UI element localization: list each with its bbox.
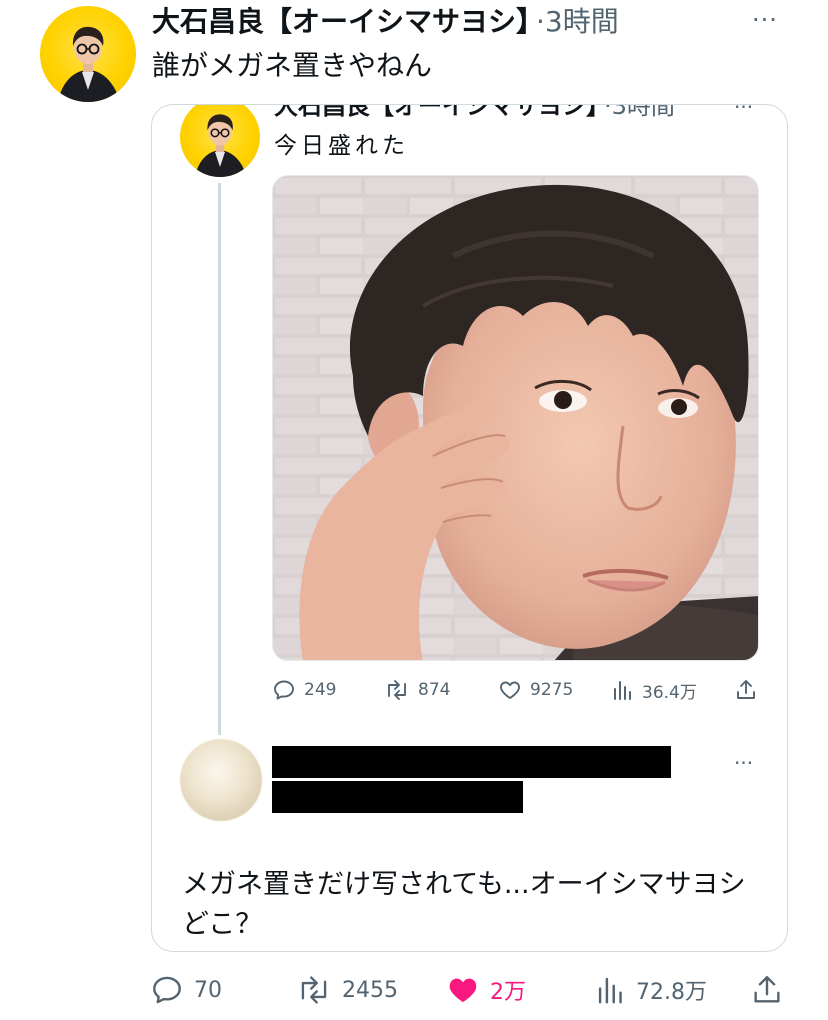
redaction-bar	[272, 781, 523, 813]
quoted-like-count: 9275	[530, 680, 574, 700]
quoted-reply-button[interactable]: 249	[272, 675, 336, 705]
more-icon[interactable]: ···	[752, 8, 778, 32]
views-icon	[614, 681, 631, 700]
quoted-views-count: 36.4万	[642, 682, 697, 703]
reply-icon	[274, 680, 294, 700]
retweet-button[interactable]: 2455	[296, 970, 398, 1010]
tweet-header: 大石昌良【オーイシマサヨシ】 ·3時間	[152, 4, 619, 40]
quoted-text: 今日盛れた	[274, 133, 409, 159]
author-name[interactable]: 大石昌良【オーイシマサヨシ】	[152, 5, 530, 38]
reply-text: メガネ置きだけ写されても...オーイシマサヨシどこ？	[182, 869, 746, 940]
quoted-time[interactable]: ·3時間	[604, 105, 675, 120]
thread-line	[218, 183, 221, 735]
quoted-photo[interactable]	[272, 175, 759, 661]
reply-button[interactable]: 70	[150, 970, 222, 1010]
share-icon	[754, 976, 780, 1003]
views-count: 72.8万	[636, 980, 707, 1005]
quoted-author-avatar[interactable]	[180, 105, 260, 177]
tweet-screen: 大石昌良【オーイシマサヨシ】 ·3時間 ··· 誰がメガネ置きやねん 大石昌良【オ…	[0, 0, 828, 1020]
quoted-views-button[interactable]: 36.4万	[612, 675, 697, 705]
avatar-portrait-image	[58, 26, 120, 102]
redaction-bar	[272, 746, 671, 778]
retweet-icon	[388, 680, 406, 700]
retweet-count: 2455	[342, 977, 398, 1003]
like-button[interactable]: 2万	[446, 970, 526, 1010]
views-button[interactable]: 72.8万	[596, 970, 707, 1010]
views-icon	[598, 977, 622, 1004]
quoted-retweet-count: 874	[418, 680, 451, 700]
heart-icon	[500, 681, 520, 699]
reply-icon	[153, 976, 181, 1004]
share-button[interactable]	[750, 970, 784, 1010]
quoted-share-button[interactable]	[734, 675, 758, 705]
quoted-header: 大石昌良【オーイシマサヨシ】 ·3時間	[274, 105, 675, 121]
heart-icon	[449, 978, 477, 1003]
more-icon[interactable]: ···	[734, 753, 753, 773]
tweet-action-bar: 70 2455 2万 72.8万	[150, 970, 790, 1010]
quoted-action-bar: 249 874 9275 36.4万	[272, 675, 760, 705]
quoted-retweet-button[interactable]: 874	[384, 675, 450, 705]
reply-count: 70	[194, 977, 222, 1003]
tweet-time[interactable]: ·3時間	[536, 5, 619, 38]
reply-author-avatar[interactable]	[180, 739, 262, 821]
share-icon	[737, 680, 755, 699]
author-avatar[interactable]	[40, 6, 136, 102]
quoted-reply-count: 249	[304, 680, 337, 700]
quoted-like-button[interactable]: 9275	[498, 675, 573, 705]
quoted-tweet-card[interactable]: 大石昌良【オーイシマサヨシ】 ·3時間 ··· 今日盛れた 249 874 92…	[151, 104, 788, 952]
quoted-author-name[interactable]: 大石昌良【オーイシマサヨシ】	[274, 105, 598, 120]
retweet-icon	[301, 976, 327, 1004]
selfie-photo-image	[273, 176, 758, 660]
avatar-portrait-image	[195, 114, 247, 177]
like-count: 2万	[490, 980, 526, 1005]
more-icon[interactable]: ···	[734, 105, 753, 117]
tweet-text: 誰がメガネ置きやねん	[152, 49, 433, 82]
